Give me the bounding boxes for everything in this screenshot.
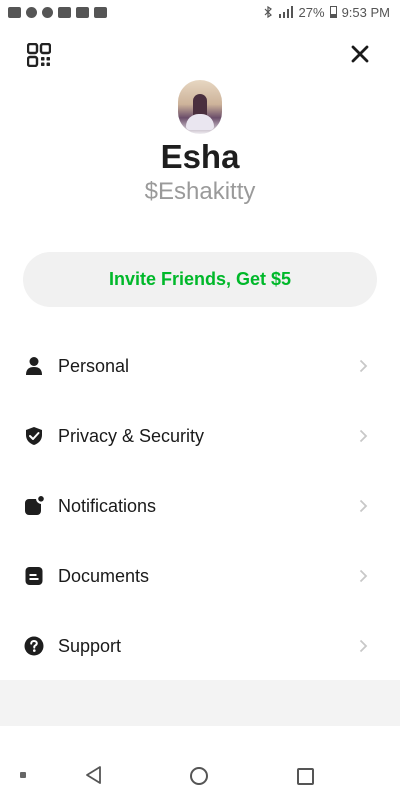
menu-item-label: Documents — [58, 565, 150, 586]
menu-item-documents[interactable]: Documents — [0, 541, 400, 611]
app-icon — [94, 6, 107, 18]
facebook-icon — [26, 6, 37, 18]
back-icon[interactable] — [84, 765, 104, 785]
navigation-bar — [0, 752, 400, 800]
profile-cashtag: $Eshakitty — [144, 178, 256, 205]
close-icon[interactable] — [350, 44, 370, 64]
menu-item-label: Privacy & Security — [58, 425, 205, 446]
chevron-right-icon — [359, 429, 368, 443]
profile-name: Esha — [160, 138, 240, 175]
top-bar — [0, 40, 400, 70]
chevron-right-icon — [359, 639, 368, 653]
menu-item-personal[interactable]: Personal — [0, 331, 400, 401]
home-icon[interactable] — [190, 767, 208, 785]
partial-text-clipped — [108, 742, 298, 752]
menu-item-privacy-security[interactable]: Privacy & Security — [0, 401, 400, 471]
document-icon — [25, 567, 43, 585]
section-divider — [0, 680, 400, 726]
chevron-right-icon — [359, 569, 368, 583]
chevron-right-icon — [359, 359, 368, 373]
notification-icons — [8, 6, 107, 18]
system-status: 27% 9:53 PM — [263, 5, 390, 20]
help-circle-icon — [24, 636, 44, 656]
signal-icon — [278, 6, 293, 18]
messenger-icon — [42, 6, 53, 18]
menu-item-label: Personal — [58, 355, 130, 376]
voicemail-icon — [8, 6, 21, 18]
invite-friends-button[interactable]: Invite Friends, Get $5 — [23, 252, 377, 307]
bluetooth-icon — [264, 6, 272, 18]
qr-code-icon[interactable] — [27, 43, 51, 67]
chevron-right-icon — [359, 499, 368, 513]
message-icon — [58, 6, 71, 18]
youtube-icon — [76, 6, 89, 18]
notification-badge-icon — [25, 496, 44, 515]
menu-item-notifications[interactable]: Notifications — [0, 471, 400, 541]
menu-item-label: Support — [58, 635, 122, 656]
battery-percent: 27% — [298, 4, 325, 20]
status-bar: 27% 9:53 PM — [0, 0, 400, 24]
battery-icon — [329, 6, 337, 18]
recent-apps-icon[interactable] — [297, 768, 314, 785]
menu-item-support[interactable]: Support — [0, 611, 400, 681]
shield-check-icon — [26, 427, 42, 445]
avatar[interactable] — [178, 80, 222, 134]
clock: 9:53 PM — [341, 4, 390, 20]
nav-indicator-icon — [20, 772, 26, 778]
person-icon — [26, 357, 42, 375]
menu-item-label: Notifications — [58, 495, 157, 516]
